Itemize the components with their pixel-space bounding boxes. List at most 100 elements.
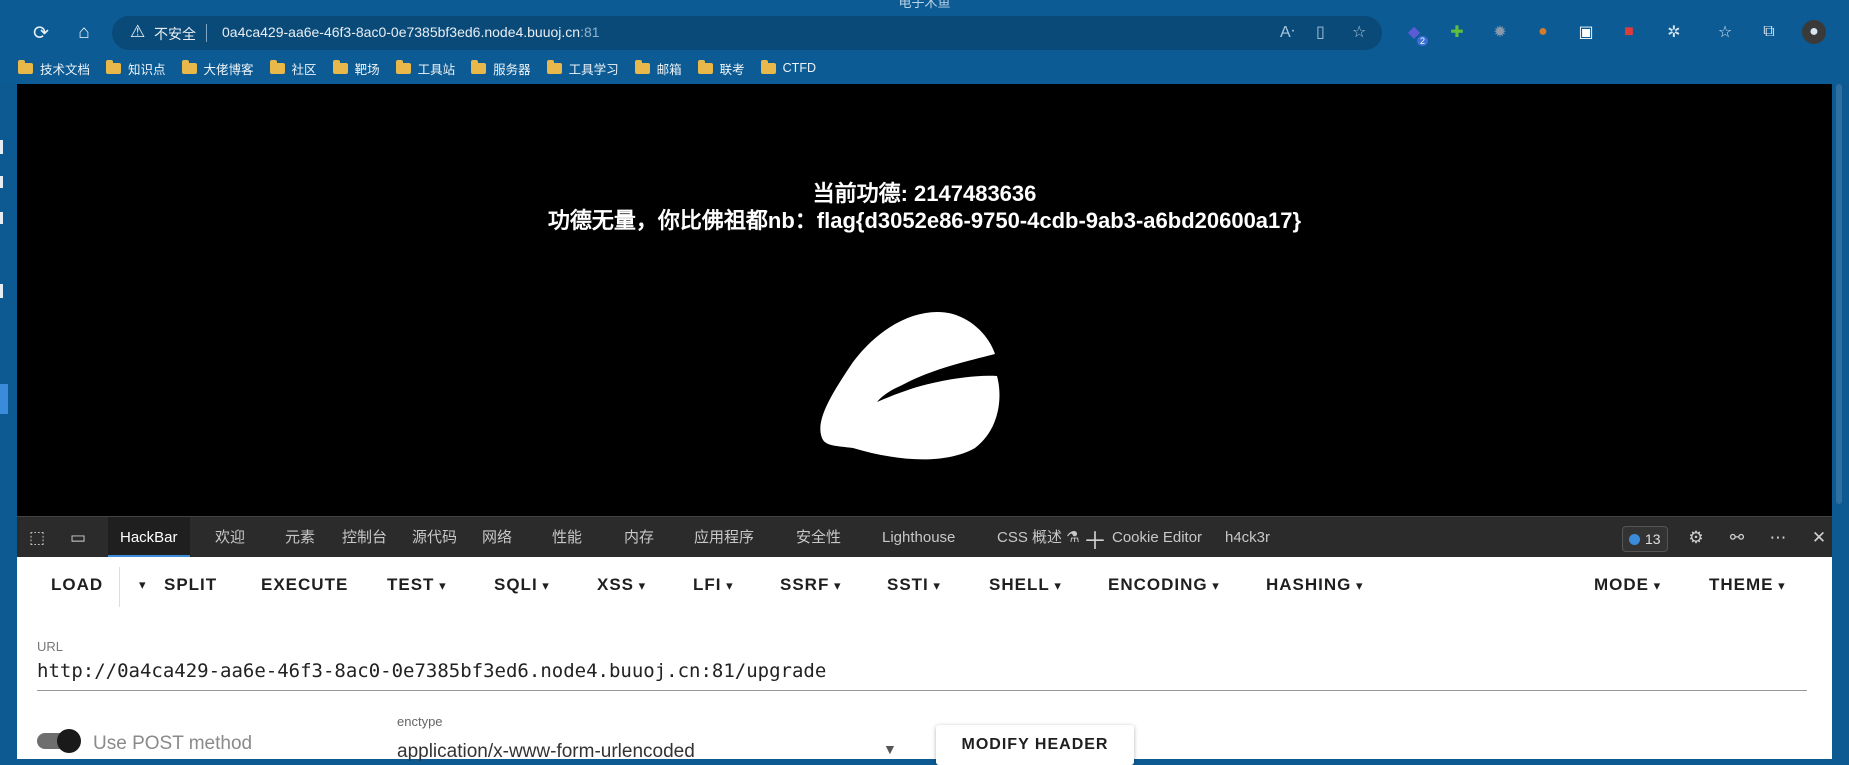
devtools-tab[interactable]: 网络	[482, 517, 512, 558]
more-options-icon[interactable]: ⋯	[1766, 526, 1790, 550]
bookmark-item[interactable]: 技术文档	[18, 59, 90, 78]
modify-header-button[interactable]: MODIFY HEADER	[936, 725, 1134, 765]
reader-view-icon[interactable]: ▯	[1316, 22, 1325, 42]
bookmark-item[interactable]: 知识点	[106, 59, 166, 78]
bookmark-item[interactable]: 邮箱	[634, 59, 682, 78]
cookie-icon[interactable]: ●	[1531, 20, 1555, 44]
folder-icon	[269, 59, 285, 74]
devtools-tab[interactable]: 元素	[285, 517, 315, 558]
read-aloud-icon[interactable]: Aᐧ	[1280, 22, 1295, 42]
address-bar[interactable]: ⚠ 不安全 0a4ca429-aa6e-46f3-8ac0-0e7385bf3e…	[112, 16, 1382, 50]
menu-label: THEME	[1709, 575, 1774, 594]
menu-mode-button[interactable]: MODE ▾	[1594, 575, 1661, 595]
devtools-tab[interactable]: 源代码	[412, 517, 457, 558]
enctype-select[interactable]: application/x-www-form-urlencoded	[397, 741, 917, 763]
page-scrollbar[interactable]	[1836, 84, 1842, 504]
devtools-tab[interactable]: Cookie Editor	[1112, 517, 1202, 558]
address-port: :81	[580, 24, 600, 40]
menu-divider	[119, 567, 120, 607]
inspect-element-icon[interactable]: ⬚	[25, 526, 49, 550]
menu-shell-button[interactable]: SHELL ▾	[989, 575, 1062, 595]
caret-down-icon: ▾	[1207, 578, 1220, 593]
address-host: 0a4ca429-aa6e-46f3-8ac0-0e7385bf3ed6.nod…	[222, 24, 581, 40]
menu-hashing-button[interactable]: HASHING ▾	[1266, 575, 1364, 595]
devtools-tab[interactable]: 应用程序	[694, 517, 754, 558]
devtools-tab[interactable]: CSS 概述 ⚗	[997, 517, 1080, 558]
devtools-tab[interactable]: 内存	[624, 517, 654, 558]
bookmarks-bar: 技术文档 知识点 大佬博客 社区 靶场 工具站 服务器 工具学习 邮箱 联考 CTFD	[18, 56, 832, 80]
bookmark-label: 知识点	[128, 62, 166, 77]
post-toggle-knob[interactable]	[57, 729, 81, 753]
caret-down-icon: ▾	[1351, 578, 1364, 593]
warning-icon[interactable]: ⚠	[130, 22, 145, 42]
settings-gear-icon[interactable]: ⚙	[1684, 526, 1708, 550]
extension-badge: 2	[1416, 36, 1428, 46]
devtools-tab[interactable]: 安全性	[796, 517, 841, 558]
window-title: 电子木鱼	[898, 0, 951, 10]
bookmark-item[interactable]: 联考	[697, 59, 745, 78]
wooden-fish-image[interactable]	[813, 302, 1043, 464]
bookmark-item[interactable]: 服务器	[471, 59, 531, 78]
browser-toolbar: 电子木鱼 ⟳ ⌂ ⚠ 不安全 0a4ca429-aa6e-46f3-8ac0-0…	[0, 0, 1849, 84]
menu-label: LOAD	[51, 575, 104, 594]
menu-sqli-button[interactable]: SQLI ▾	[494, 575, 550, 595]
bookmark-item[interactable]: 工具站	[395, 59, 455, 78]
bookmark-item[interactable]: CTFD	[760, 59, 816, 75]
folder-icon	[471, 59, 487, 74]
caret-down-icon: ▾	[1049, 578, 1062, 593]
bookmark-label: CTFD	[782, 61, 816, 75]
url-input[interactable]: http://0a4ca429-aa6e-46f3-8ac0-0e7385bf3…	[37, 660, 1807, 691]
extension-icon[interactable]: ▣	[1574, 20, 1598, 44]
favorites-icon[interactable]: ☆	[1713, 20, 1737, 44]
menu-ssti-button[interactable]: SSTI ▾	[887, 575, 941, 595]
sidebar-strip	[0, 84, 17, 759]
chevron-down-icon[interactable]: ▼	[883, 741, 897, 757]
extension-icon[interactable]: ◆ 2	[1402, 20, 1428, 46]
refresh-icon[interactable]: ⟳	[24, 16, 58, 50]
favorite-add-icon[interactable]: ☆	[1352, 22, 1366, 42]
security-label[interactable]: 不安全	[154, 24, 196, 44]
menu-xss-button[interactable]: XSS ▾	[597, 575, 646, 595]
folder-icon	[106, 59, 122, 74]
devtools-tab[interactable]: 性能	[552, 517, 582, 558]
devtools-tab[interactable]: HackBar	[108, 517, 190, 558]
bookmark-item[interactable]: 大佬博客	[181, 59, 254, 78]
menu-split-button[interactable]: SPLIT	[164, 575, 217, 595]
address-url[interactable]: 0a4ca429-aa6e-46f3-8ac0-0e7385bf3ed6.nod…	[222, 24, 600, 40]
customize-icon[interactable]: ⚯	[1725, 526, 1749, 550]
profile-avatar[interactable]: ●	[1802, 20, 1826, 44]
menu-label: SPLIT	[164, 575, 218, 594]
issues-badge[interactable]: 13	[1622, 526, 1668, 552]
extension-icon[interactable]: ✚	[1445, 20, 1469, 44]
caret-down-icon: ▾	[1773, 578, 1786, 593]
devtools-tab[interactable]: h4ck3r	[1225, 517, 1270, 558]
device-toolbar-icon[interactable]: ▭	[66, 526, 90, 550]
add-tab-icon[interactable]: ＋	[1083, 526, 1107, 555]
folder-icon	[18, 59, 33, 74]
menu-lfi-button[interactable]: LFI ▾	[693, 575, 734, 595]
collections-icon[interactable]: ⧉	[1757, 20, 1781, 44]
menu-ssrf-button[interactable]: SSRF ▾	[780, 575, 841, 595]
extension-icon[interactable]: ✹	[1488, 20, 1512, 44]
devtools-tab[interactable]: 欢迎	[215, 517, 245, 558]
bookmark-label: 社区	[291, 62, 317, 77]
close-icon[interactable]: ✕	[1807, 526, 1831, 550]
menu-encoding-button[interactable]: ENCODING ▾	[1108, 575, 1220, 595]
caret-down-icon: ▾	[537, 578, 550, 593]
bookmark-item[interactable]: 工具学习	[546, 59, 619, 78]
menu-label: EXECUTE	[261, 575, 349, 594]
devtools-tab[interactable]: Lighthouse	[882, 517, 955, 558]
menu-test-button[interactable]: TEST ▾	[387, 575, 447, 595]
extensions-puzzle-icon[interactable]: ✲	[1662, 20, 1686, 44]
caret-down-icon: ▾	[634, 578, 647, 593]
menu-execute-button[interactable]: EXECUTE	[261, 575, 348, 595]
bookmark-item[interactable]: 社区	[269, 59, 317, 78]
menu-load-button[interactable]: LOAD ▾	[51, 575, 146, 595]
sidebar-active-tab[interactable]	[0, 384, 8, 414]
devtools-tab[interactable]: 控制台	[342, 517, 387, 558]
home-icon[interactable]: ⌂	[67, 16, 101, 50]
bookmark-item[interactable]: 靶场	[332, 59, 380, 78]
menu-theme-button[interactable]: THEME ▾	[1709, 575, 1786, 595]
extension-icon[interactable]: ■	[1617, 20, 1641, 44]
sidebar-marker	[0, 140, 3, 154]
